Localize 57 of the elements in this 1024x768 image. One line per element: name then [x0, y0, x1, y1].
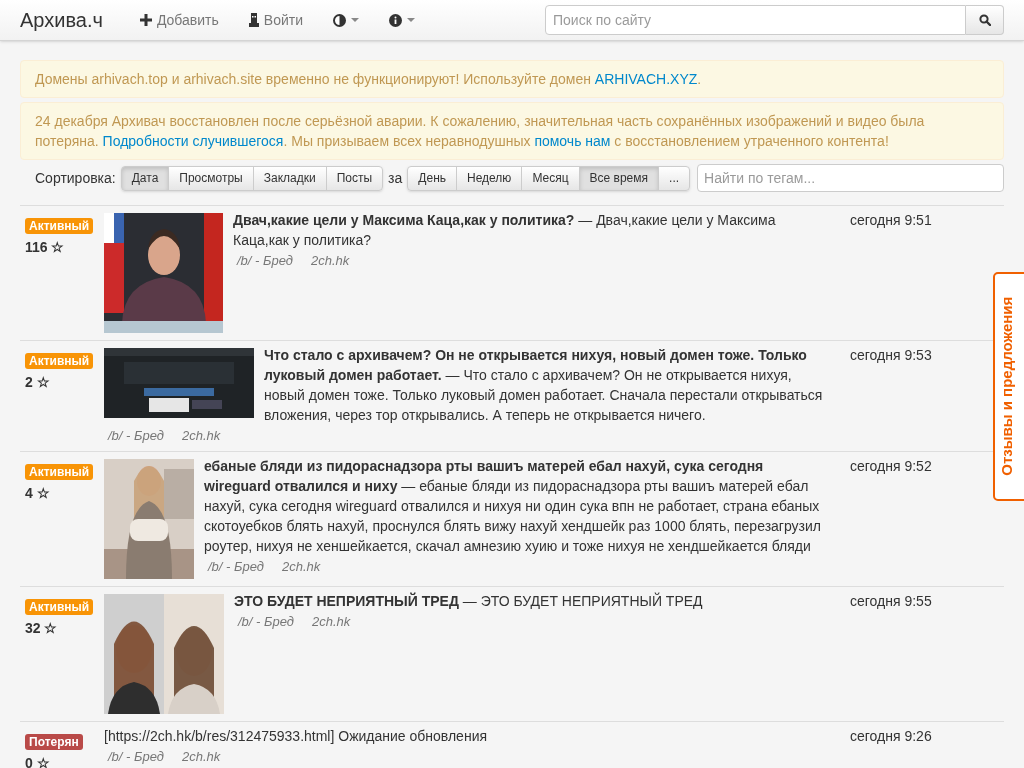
thread-text: ЭТО БУДЕТ НЕПРИЯТНЫЙ ТРЕД — ЭТО БУДЕТ НЕПРИЯТНЫЙ ТРЕД: [234, 591, 704, 611]
status-badge: Активный: [25, 599, 94, 615]
period-button[interactable]: Все время: [578, 165, 660, 191]
person-icon: [248, 13, 259, 27]
rating-score: 32 ☆: [25, 620, 59, 636]
tag-search-field[interactable]: Найти по тегам...: [697, 164, 1004, 192]
post-time: сегодня 9:53: [849, 346, 932, 365]
board-link[interactable]: /b/ - Бред: [108, 749, 164, 765]
feedback-label: Отзывы и предложения: [997, 296, 1017, 477]
status-badge: Активный: [25, 353, 94, 369]
sort-button[interactable]: Закладки: [252, 165, 327, 191]
alert-link[interactable]: помочь нам: [534, 133, 611, 149]
period-button[interactable]: ...: [658, 165, 691, 191]
sort-button[interactable]: Дата: [120, 165, 170, 191]
status-badge: Активный: [25, 218, 94, 234]
board-link[interactable]: /b/ - Бред: [237, 253, 293, 269]
alert-message: Домены arhivach.top и arhivach.site временно не функционируют! Используйте домен ARHIVACH.XYZ.: [20, 60, 1004, 98]
period-button[interactable]: Месяц: [521, 165, 580, 191]
site-link[interactable]: 2ch.hk: [281, 559, 321, 575]
search-field[interactable]: Поиск по сайту: [545, 5, 966, 35]
rating-score: 2 ☆: [25, 374, 51, 390]
period-button[interactable]: Неделю: [456, 165, 523, 191]
nav-link[interactable]: Войти: [233, 0, 318, 40]
site-link[interactable]: 2ch.hk: [181, 749, 221, 765]
status-badge: Потерян: [25, 734, 83, 750]
post-time: сегодня 9:52: [849, 457, 932, 476]
sort-label: Сортировка:: [35, 168, 116, 188]
period-label: за: [388, 168, 403, 188]
post-time: сегодня 9:51: [849, 211, 932, 230]
post-time: сегодня 9:26: [849, 727, 932, 746]
sort-button[interactable]: Посты: [325, 165, 384, 191]
site-link[interactable]: 2ch.hk: [181, 428, 221, 444]
alert-message: 24 декабря Архивач восстановлен после серьёзной аварии. К сожалению, значительная часть сохранённых изображений и видео была потеряна. Подробности случившегося. Мы призываем всех неравнодушных помочь нам с восстановлением утраченного контента!: [20, 102, 1004, 160]
site-link[interactable]: 2ch.hk: [311, 614, 351, 630]
site-logo[interactable]: Архива.ч: [20, 5, 103, 35]
post-time: сегодня 9:55: [849, 592, 932, 611]
board-link[interactable]: /b/ - Бред: [208, 559, 264, 575]
rating-score: 0 ☆: [25, 755, 51, 768]
thread-text: ебаные бляди из пидораснадзора рты вашиъ матерей ебал нахуй, сука сегодня wireguard отвалился и ниху — ебаные бляди из пидораснадзора рты вашиъ матерей ебал нахуй, сука сегодня wireguard отвалился и нихуя ни один сука впн не работает, страна ебаных скотоуебков блять нахуй, проснулся блять вижу нахуй хендшейк раз 1000 блять, перезагрузил роутер, нихуя не хеншейкается, скачал амнезию хуию и тоже нихуя не хендшейкается бляди: [204, 457, 822, 556]
rating-score: 116 ☆: [25, 239, 66, 255]
rating-score: 4 ☆: [25, 485, 51, 501]
thread-text: [https://2ch.hk/b/res/312475933.html] Ожидание обновления: [104, 727, 489, 746]
site-link[interactable]: 2ch.hk: [310, 253, 350, 269]
board-link[interactable]: /b/ - Бред: [238, 614, 294, 630]
contrast-icon: [333, 13, 346, 27]
search-button[interactable]: [966, 5, 1004, 35]
status-badge: Активный: [25, 464, 94, 480]
thread-text: Что стало с архивачем? Он не открывается нихуя, новый домен тоже. Только луковый домен работает. — Что стало с архивачем? Он не открывается нихуя, новый домен тоже. Только луковый домен работает. Сначала перестали открываться вложения, через тор открывались. А теперь не открывается ничего.: [264, 346, 824, 425]
period-button[interactable]: День: [407, 165, 457, 191]
nav-link[interactable]: Добавить: [124, 0, 234, 40]
feedback-tab[interactable]: Отзывы и предложения: [993, 272, 1024, 501]
board-link[interactable]: /b/ - Бред: [108, 428, 164, 444]
thread-text: Двач,какие цели у Максима Каца,как у политика? — Двач,какие цели у Максима Каца,как у политика?: [233, 211, 777, 250]
info-icon: [389, 13, 402, 27]
sort-button[interactable]: Просмотры: [168, 165, 254, 191]
plus-icon: [139, 14, 152, 26]
search-icon: [978, 14, 991, 26]
